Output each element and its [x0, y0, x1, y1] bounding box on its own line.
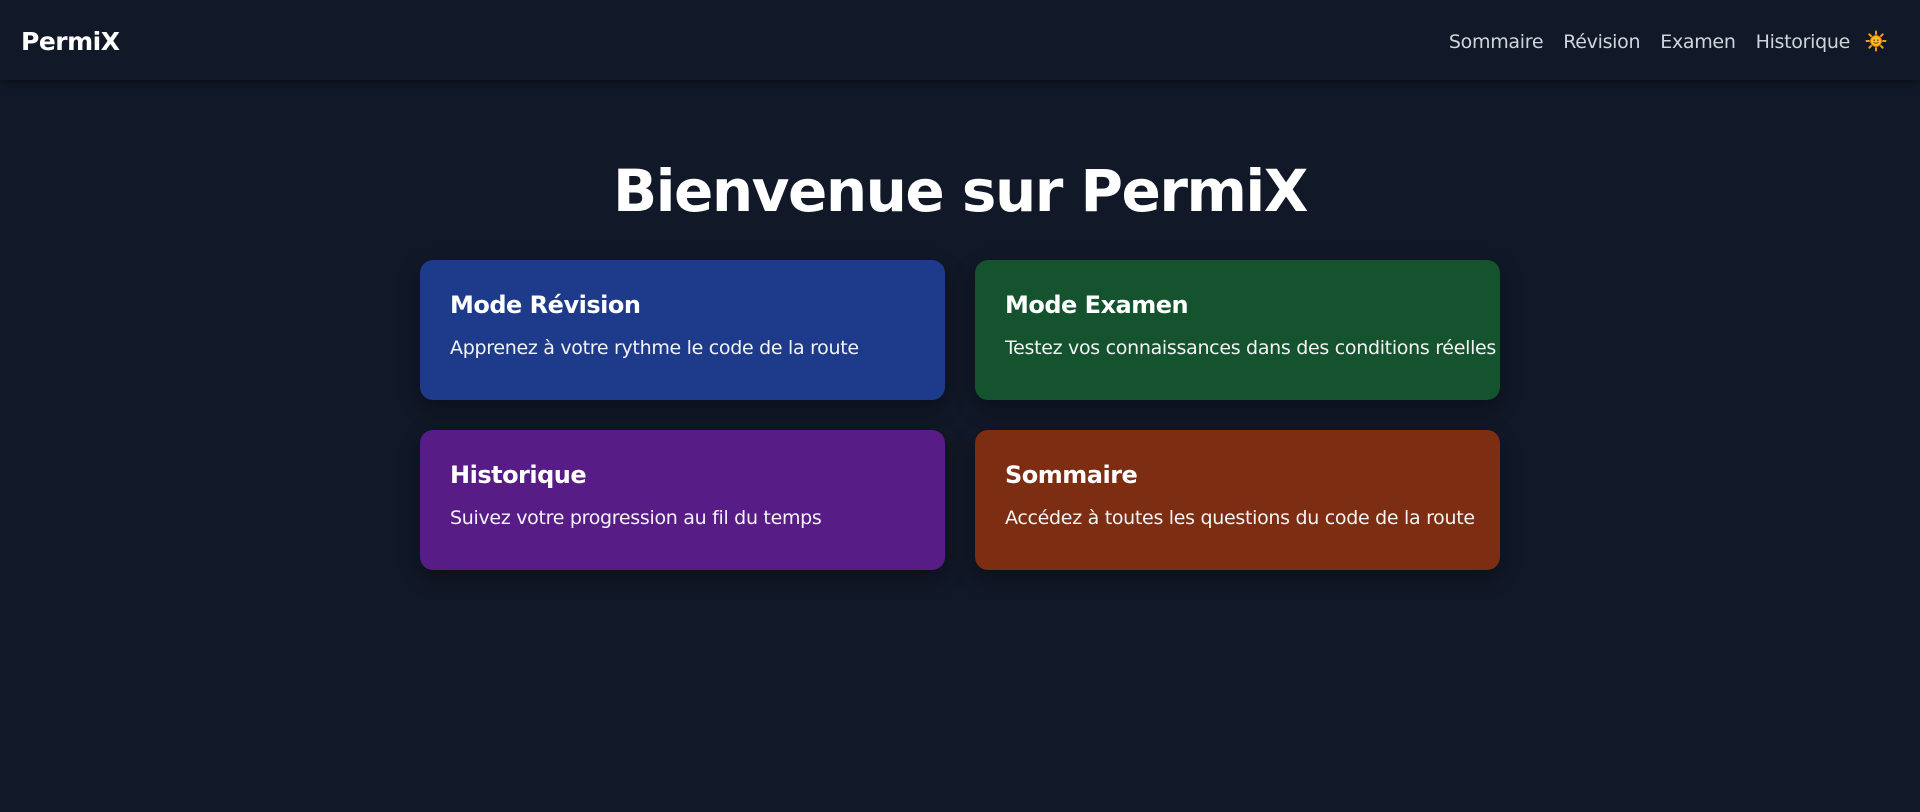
card-description: Apprenez à votre rythme le code de la ro… [450, 337, 859, 359]
card-sommaire[interactable]: Sommaire Accédez à toutes les questions … [975, 430, 1500, 570]
card-description: Accédez à toutes les questions du code d… [1005, 507, 1475, 529]
nav-link-revision[interactable]: Révision [1563, 31, 1640, 53]
top-navbar: PermiX Sommaire Révision Examen Historiq… [0, 0, 1920, 80]
card-description: Suivez votre progression au fil du temps [450, 507, 822, 529]
app-logo[interactable]: PermiX [21, 0, 120, 84]
nav-link-examen[interactable]: Examen [1660, 31, 1736, 53]
card-title: Sommaire [1005, 461, 1138, 489]
card-historique[interactable]: Historique Suivez votre progression au f… [420, 430, 945, 570]
card-title: Mode Examen [1005, 291, 1189, 319]
nav-link-historique[interactable]: Historique [1756, 31, 1851, 53]
mode-cards-grid: Mode Révision Apprenez à votre rythme le… [420, 260, 1500, 570]
card-mode-revision[interactable]: Mode Révision Apprenez à votre rythme le… [420, 260, 945, 400]
card-title: Historique [450, 461, 587, 489]
card-title: Mode Révision [450, 291, 641, 319]
nav-link-sommaire[interactable]: Sommaire [1449, 31, 1544, 53]
theme-toggle-button[interactable] [1865, 30, 1887, 52]
nav-links: Sommaire Révision Examen Historique [1449, 0, 1850, 84]
sun-icon [1865, 30, 1887, 52]
card-description: Testez vos connaissances dans des condit… [1005, 337, 1497, 359]
page-title: Bienvenue sur PermiX [612, 157, 1309, 225]
card-mode-examen[interactable]: Mode Examen Testez vos connaissances dan… [975, 260, 1500, 400]
